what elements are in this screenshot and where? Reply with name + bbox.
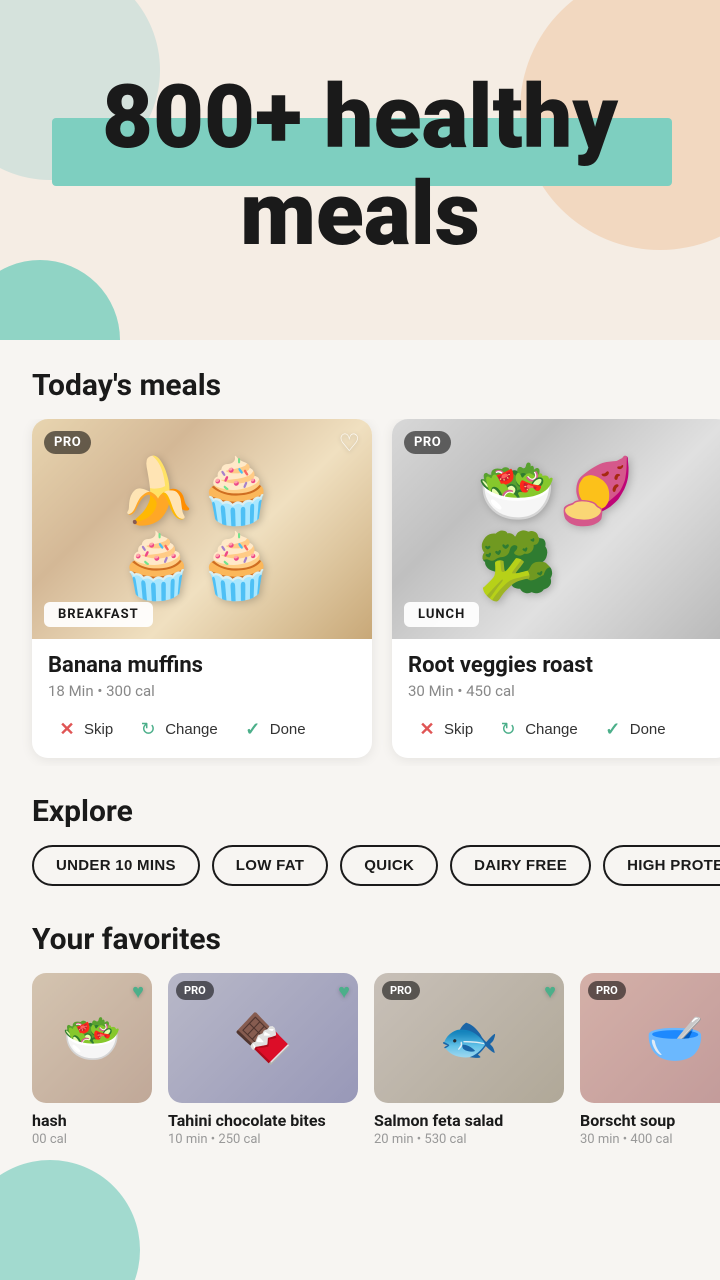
hero-title-line1: 800+ healthy	[102, 66, 618, 169]
main-content: Today's meals PRO ♡ BREAKFAST Banana muf…	[0, 340, 720, 1195]
meal-name-lunch: Root veggies roast	[408, 653, 716, 678]
done-icon-lunch: ✓	[602, 718, 624, 740]
fav-heart-hash: ♥	[132, 979, 144, 1004]
fav-card-img-hash: 🥗 ♥	[32, 973, 152, 1103]
meal-type-badge-lunch: LUNCH	[404, 602, 479, 627]
fav-pro-badge-salmon: PRO	[382, 981, 420, 1000]
explore-title: Explore	[0, 766, 720, 845]
meal-card-breakfast: PRO ♡ BREAKFAST Banana muffins 18 Min • …	[32, 419, 372, 758]
fav-pro-badge-tahini: PRO	[176, 981, 214, 1000]
skip-icon-breakfast: ✕	[56, 718, 78, 740]
meals-scroll[interactable]: PRO ♡ BREAKFAST Banana muffins 18 Min • …	[0, 419, 720, 766]
todays-meals-title: Today's meals	[0, 340, 720, 419]
chip-lowfat[interactable]: LOW FAT	[212, 845, 328, 886]
change-icon-lunch: ↻	[497, 718, 519, 740]
done-button-lunch[interactable]: ✓ Done	[594, 714, 674, 744]
fav-meta-borscht: 30 min • 400 cal	[580, 1132, 720, 1147]
skip-icon-lunch: ✕	[416, 718, 438, 740]
skip-label-breakfast: Skip	[84, 721, 113, 738]
fav-name-hash: hash	[32, 1111, 152, 1130]
change-button-lunch[interactable]: ↻ Change	[489, 714, 586, 744]
skip-button-lunch[interactable]: ✕ Skip	[408, 714, 481, 744]
done-icon-breakfast: ✓	[242, 718, 264, 740]
fav-card-img-tahini: 🍫 PRO ♥	[168, 973, 358, 1103]
chip-under10mins[interactable]: UNDER 10 MINS	[32, 845, 200, 886]
favorites-title: Your favorites	[0, 894, 720, 973]
meal-actions-breakfast: ✕ Skip ↻ Change ✓ Done	[48, 714, 356, 744]
hero-shape-bl	[0, 260, 120, 340]
meal-card-img-breakfast: PRO ♡ BREAKFAST	[32, 419, 372, 639]
change-button-breakfast[interactable]: ↻ Change	[129, 714, 226, 744]
skip-label-lunch: Skip	[444, 721, 473, 738]
done-label-breakfast: Done	[270, 721, 306, 738]
fav-heart-salmon: ♥	[544, 979, 556, 1004]
meal-type-badge-breakfast: BREAKFAST	[44, 602, 153, 627]
fav-meta-tahini: 10 min • 250 cal	[168, 1132, 358, 1147]
fav-pro-badge-borscht: PRO	[588, 981, 626, 1000]
meal-card-img-lunch: PRO LUNCH	[392, 419, 720, 639]
fav-name-tahini: Tahini chocolate bites	[168, 1111, 358, 1130]
chip-highprotein[interactable]: HIGH PROTEIN	[603, 845, 720, 886]
fav-meta-salmon: 20 min • 530 cal	[374, 1132, 564, 1147]
meal-card-lunch: PRO LUNCH Root veggies roast 30 Min • 45…	[392, 419, 720, 758]
change-label-breakfast: Change	[165, 721, 218, 738]
meal-meta-lunch: 30 Min • 450 cal	[408, 682, 716, 700]
fav-card-tahini: 🍫 PRO ♥ Tahini chocolate bites 10 min • …	[168, 973, 358, 1147]
meal-meta-breakfast: 18 Min • 300 cal	[48, 682, 356, 700]
heart-button-breakfast[interactable]: ♡	[338, 429, 360, 458]
hero-section: 800+ healthy meals	[0, 0, 720, 340]
explore-chips: UNDER 10 MINS LOW FAT QUICK DAIRY FREE H…	[0, 845, 720, 894]
fav-name-salmon: Salmon feta salad	[374, 1111, 564, 1130]
meal-name-breakfast: Banana muffins	[48, 653, 356, 678]
pro-badge-breakfast: PRO	[44, 431, 91, 454]
fav-card-borscht: 🥣 PRO Borscht soup 30 min • 400 cal	[580, 973, 720, 1147]
meal-card-body-breakfast: Banana muffins 18 Min • 300 cal ✕ Skip ↻…	[32, 639, 372, 758]
favorites-scroll[interactable]: 🥗 ♥ hash 00 cal 🍫 PRO ♥ Tahini chocolate…	[0, 973, 720, 1155]
meal-actions-lunch: ✕ Skip ↻ Change ✓ Done	[408, 714, 716, 744]
done-label-lunch: Done	[630, 721, 666, 738]
fav-card-salmon: 🐟 PRO ♥ Salmon feta salad 20 min • 530 c…	[374, 973, 564, 1147]
fav-name-borscht: Borscht soup	[580, 1111, 720, 1130]
hero-title-line2: meals	[240, 163, 480, 266]
chip-dairyfree[interactable]: DAIRY FREE	[450, 845, 591, 886]
change-label-lunch: Change	[525, 721, 578, 738]
pro-badge-lunch: PRO	[404, 431, 451, 454]
skip-button-breakfast[interactable]: ✕ Skip	[48, 714, 121, 744]
fav-card-img-borscht: 🥣 PRO	[580, 973, 720, 1103]
fav-card-img-salmon: 🐟 PRO ♥	[374, 973, 564, 1103]
fav-card-hash: 🥗 ♥ hash 00 cal	[32, 973, 152, 1147]
hero-title: 800+ healthy meals	[0, 70, 720, 264]
fav-heart-tahini: ♥	[338, 979, 350, 1004]
meal-card-body-lunch: Root veggies roast 30 Min • 450 cal ✕ Sk…	[392, 639, 720, 758]
fav-meta-hash: 00 cal	[32, 1132, 152, 1147]
done-button-breakfast[interactable]: ✓ Done	[234, 714, 314, 744]
chip-quick[interactable]: QUICK	[340, 845, 438, 886]
change-icon-breakfast: ↻	[137, 718, 159, 740]
